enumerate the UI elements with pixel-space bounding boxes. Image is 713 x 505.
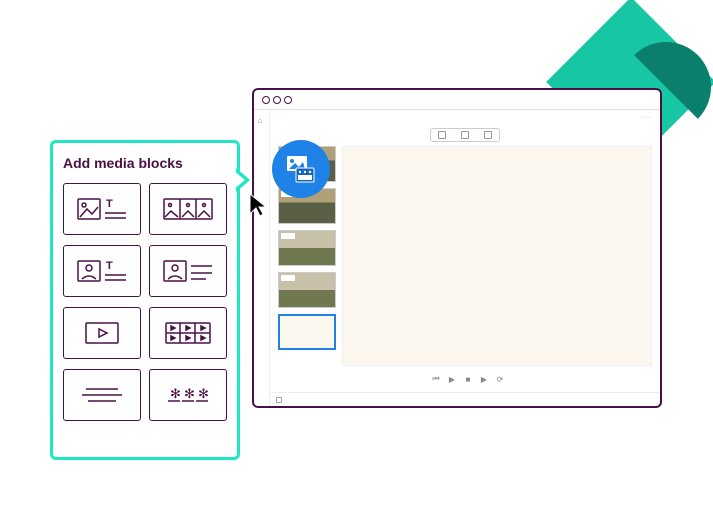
block-video[interactable] <box>63 307 141 359</box>
block-profile-text[interactable]: T <box>63 245 141 297</box>
home-icon[interactable]: ⌂ <box>258 116 266 124</box>
block-gallery[interactable] <box>149 183 227 235</box>
media-blocks-tooltip: Add media blocks T T ✻✻✻ <box>50 140 240 460</box>
stop-icon[interactable]: ■ <box>463 374 473 384</box>
block-text[interactable] <box>63 369 141 421</box>
cursor-icon <box>248 192 268 223</box>
loop-icon[interactable]: ⟳ <box>495 374 505 384</box>
block-video-grid[interactable] <box>149 307 227 359</box>
left-rail: ⌂ <box>254 110 270 406</box>
block-profile-card[interactable] <box>149 245 227 297</box>
block-divider[interactable]: ✻✻✻ <box>149 369 227 421</box>
playbar: ⏮ ▶ ■ ▶ ⟳ <box>270 366 660 392</box>
editor-canvas[interactable] <box>342 146 652 366</box>
editor-window: ⌂ ··· ⏮ ▶ ■ ▶ ⟳ <box>252 88 662 408</box>
svg-text:✻: ✻ <box>184 386 195 401</box>
minimize-icon[interactable] <box>273 96 281 104</box>
next-icon[interactable]: ▶ <box>479 374 489 384</box>
svg-text:T: T <box>106 198 113 210</box>
block-image-text[interactable]: T <box>63 183 141 235</box>
panel-toggle-icon[interactable] <box>276 397 282 403</box>
svg-text:✻: ✻ <box>198 386 209 401</box>
play-icon[interactable]: ▶ <box>447 374 457 384</box>
tooltip-pointer <box>236 168 250 192</box>
slide-thumb-selected[interactable] <box>278 314 336 350</box>
layout-tool[interactable] <box>430 128 500 142</box>
status-bar <box>270 392 660 406</box>
tooltip-title: Add media blocks <box>63 155 227 171</box>
svg-text:T: T <box>106 260 113 272</box>
slide-thumb[interactable] <box>278 230 336 266</box>
top-toolstrip: ··· <box>270 110 660 124</box>
window-titlebar <box>254 90 660 110</box>
close-icon[interactable] <box>262 96 270 104</box>
zoom-icon[interactable] <box>284 96 292 104</box>
media-feature-icon <box>272 140 330 198</box>
slide-thumb[interactable] <box>278 272 336 308</box>
svg-text:✻: ✻ <box>170 386 181 401</box>
prev-icon[interactable]: ⏮ <box>431 374 441 384</box>
